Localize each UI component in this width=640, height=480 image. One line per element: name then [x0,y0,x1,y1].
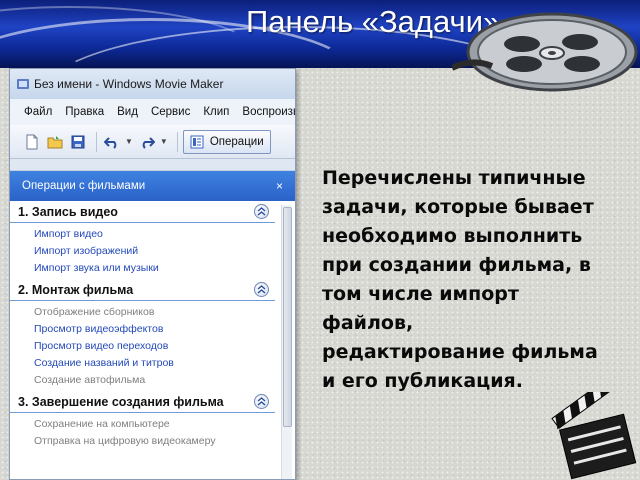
panel-gap [10,159,295,171]
task-save-to-computer: Сохранение на компьютере [34,418,170,430]
toolbar-separator [176,131,178,152]
toolbar-separator [96,131,97,152]
app-window: Без имени - Windows Movie Maker Файл Пра… [9,68,296,480]
section-header[interactable]: 2. Монтаж фильма [10,279,275,301]
task-send-to-camera: Отправка на цифровую видеокамеру [34,435,216,447]
section-header[interactable]: 3. Завершение создания фильма [10,391,275,413]
task-list: Отображение сборников Просмотр видеоэффе… [10,301,275,391]
task-section-edit: 2. Монтаж фильма Отображение сборников П… [10,279,295,391]
chevron-down-icon[interactable]: ▼ [125,137,133,146]
task-import-video[interactable]: Импорт видео [34,226,275,243]
redo-icon[interactable] [137,132,157,152]
operations-button[interactable]: Операции [182,129,271,154]
menu-bar: Файл Правка Вид Сервис Клип Воспроизведе… [10,99,295,125]
menu-file[interactable]: Файл [24,106,52,118]
close-icon[interactable]: × [276,179,283,193]
collapse-icon[interactable] [254,282,269,297]
header-swirl [0,6,260,68]
movie-maker-app-icon [16,77,30,91]
window-titlebar: Без имени - Windows Movie Maker [10,69,295,99]
task-import-audio[interactable]: Импорт звука или музыки [34,260,275,277]
section-title: 2. Монтаж фильма [18,282,134,297]
operations-label: Операции [209,135,264,148]
slide-description: Перечислены типичные задачи, которые быв… [322,167,598,392]
task-import-pictures[interactable]: Импорт изображений [34,243,275,260]
open-folder-icon[interactable] [45,132,65,152]
new-file-icon[interactable] [22,132,42,152]
tasks-panel: 1. Запись видео Импорт видео Импорт изоб… [10,201,295,479]
task-list: Сохранение на компьютере Отправка на циф… [10,413,275,452]
task-list: Импорт видео Импорт изображений Импорт з… [10,223,275,279]
task-show-collections: Отображение сборников [34,306,155,318]
chevron-down-icon[interactable]: ▼ [160,137,168,146]
undo-icon[interactable] [102,132,122,152]
film-reel-icon [452,12,638,92]
task-section-capture: 1. Запись видео Импорт видео Импорт изоб… [10,201,295,279]
tasks-panel-header: Операции с фильмами × [10,171,295,201]
menu-edit[interactable]: Правка [65,106,104,118]
operations-icon [187,132,207,152]
section-header[interactable]: 1. Запись видео [10,201,275,223]
menu-clip[interactable]: Клип [203,106,229,118]
task-make-titles[interactable]: Создание названий и титров [34,355,275,372]
menu-playback[interactable]: Воспроизведение [242,106,295,118]
menu-view[interactable]: Вид [117,106,138,118]
clapperboard-icon [551,392,637,480]
toolbar: ▼ ▼ Операции [10,125,295,159]
section-title: 3. Завершение создания фильма [18,394,224,409]
task-view-transitions[interactable]: Просмотр видео переходов [34,338,275,355]
section-title: 1. Запись видео [18,204,118,219]
task-automovie: Создание автофильма [34,374,146,386]
window-title: Без имени - Windows Movie Maker [34,77,224,91]
menu-tools[interactable]: Сервис [151,106,190,118]
collapse-icon[interactable] [254,204,269,219]
tasks-panel-title: Операции с фильмами [22,180,146,192]
task-view-effects[interactable]: Просмотр видеоэффектов [34,321,275,338]
collapse-icon[interactable] [254,394,269,409]
save-icon[interactable] [68,132,88,152]
task-section-finish: 3. Завершение создания фильма Сохранение… [10,391,295,452]
